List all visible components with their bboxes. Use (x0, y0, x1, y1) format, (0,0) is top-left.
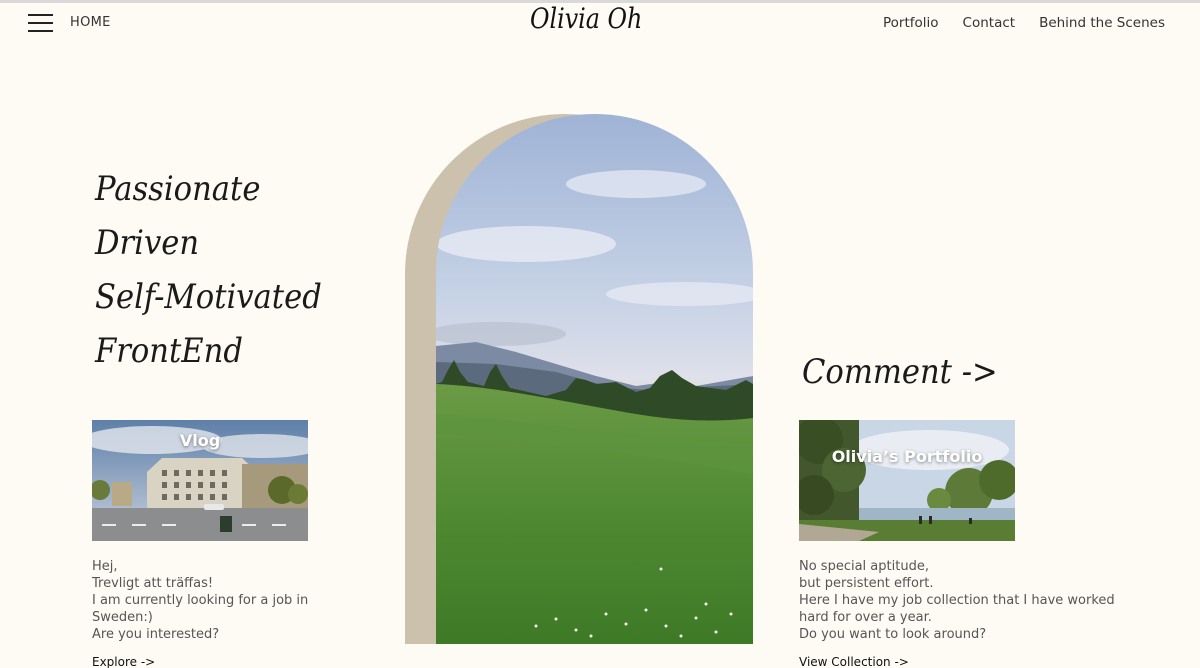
portfolio-text-line: but persistent effort. (799, 576, 934, 591)
vlog-text-line: Sweden:) (92, 610, 153, 625)
vlog-description: Hej, Trevligt att träffas! I am currentl… (92, 558, 322, 643)
nav-behind-the-scenes[interactable]: Behind the Scenes (1039, 15, 1165, 31)
tagline-line: Self-Motivated (95, 277, 322, 317)
portfolio-text-line: Here I have my job collection that I hav… (799, 593, 1115, 608)
portfolio-text-line: Do you want to look around? (799, 627, 987, 642)
vlog-card-title: Vlog (179, 431, 221, 450)
vlog-text-line: Are you interested? (92, 627, 220, 642)
main-nav: Portfolio Contact Behind the Scenes (883, 15, 1165, 31)
explore-link[interactable]: Explore -> (92, 655, 155, 668)
vlog-text-line: Trevligt att träffas! (92, 576, 214, 591)
view-collection-link[interactable]: View Collection -> (799, 655, 909, 668)
home-link[interactable]: HOME (70, 15, 111, 30)
portfolio-thumbnail-image (799, 420, 1015, 541)
hero-landscape-image (436, 114, 753, 644)
tagline-line: Passionate (95, 169, 261, 209)
vlog-text-line: I am currently looking for a job in (92, 593, 309, 608)
vlog-text-line: Hej, (92, 559, 118, 574)
tagline: Passionate Driven Self-Motivated FrontEn… (95, 162, 347, 378)
portfolio-text-line: No special aptitude, (799, 559, 929, 574)
site-logo[interactable]: Olivia Oh (530, 2, 642, 35)
hamburger-menu-icon[interactable] (28, 14, 53, 32)
portfolio-card[interactable]: Olivia’s Portfolio (799, 420, 1015, 541)
tagline-line: FrontEnd (95, 331, 243, 371)
vlog-card[interactable]: Vlog (92, 420, 308, 541)
nav-contact[interactable]: Contact (963, 15, 1016, 31)
portfolio-text-line: hard for over a year. (799, 610, 932, 625)
portfolio-card-title: Olivia’s Portfolio (831, 447, 983, 466)
portfolio-description: No special aptitude, but persistent effo… (799, 558, 1129, 643)
nav-portfolio[interactable]: Portfolio (883, 15, 939, 31)
tagline-line: Driven (95, 223, 200, 263)
comment-heading: Comment -> (802, 352, 998, 392)
